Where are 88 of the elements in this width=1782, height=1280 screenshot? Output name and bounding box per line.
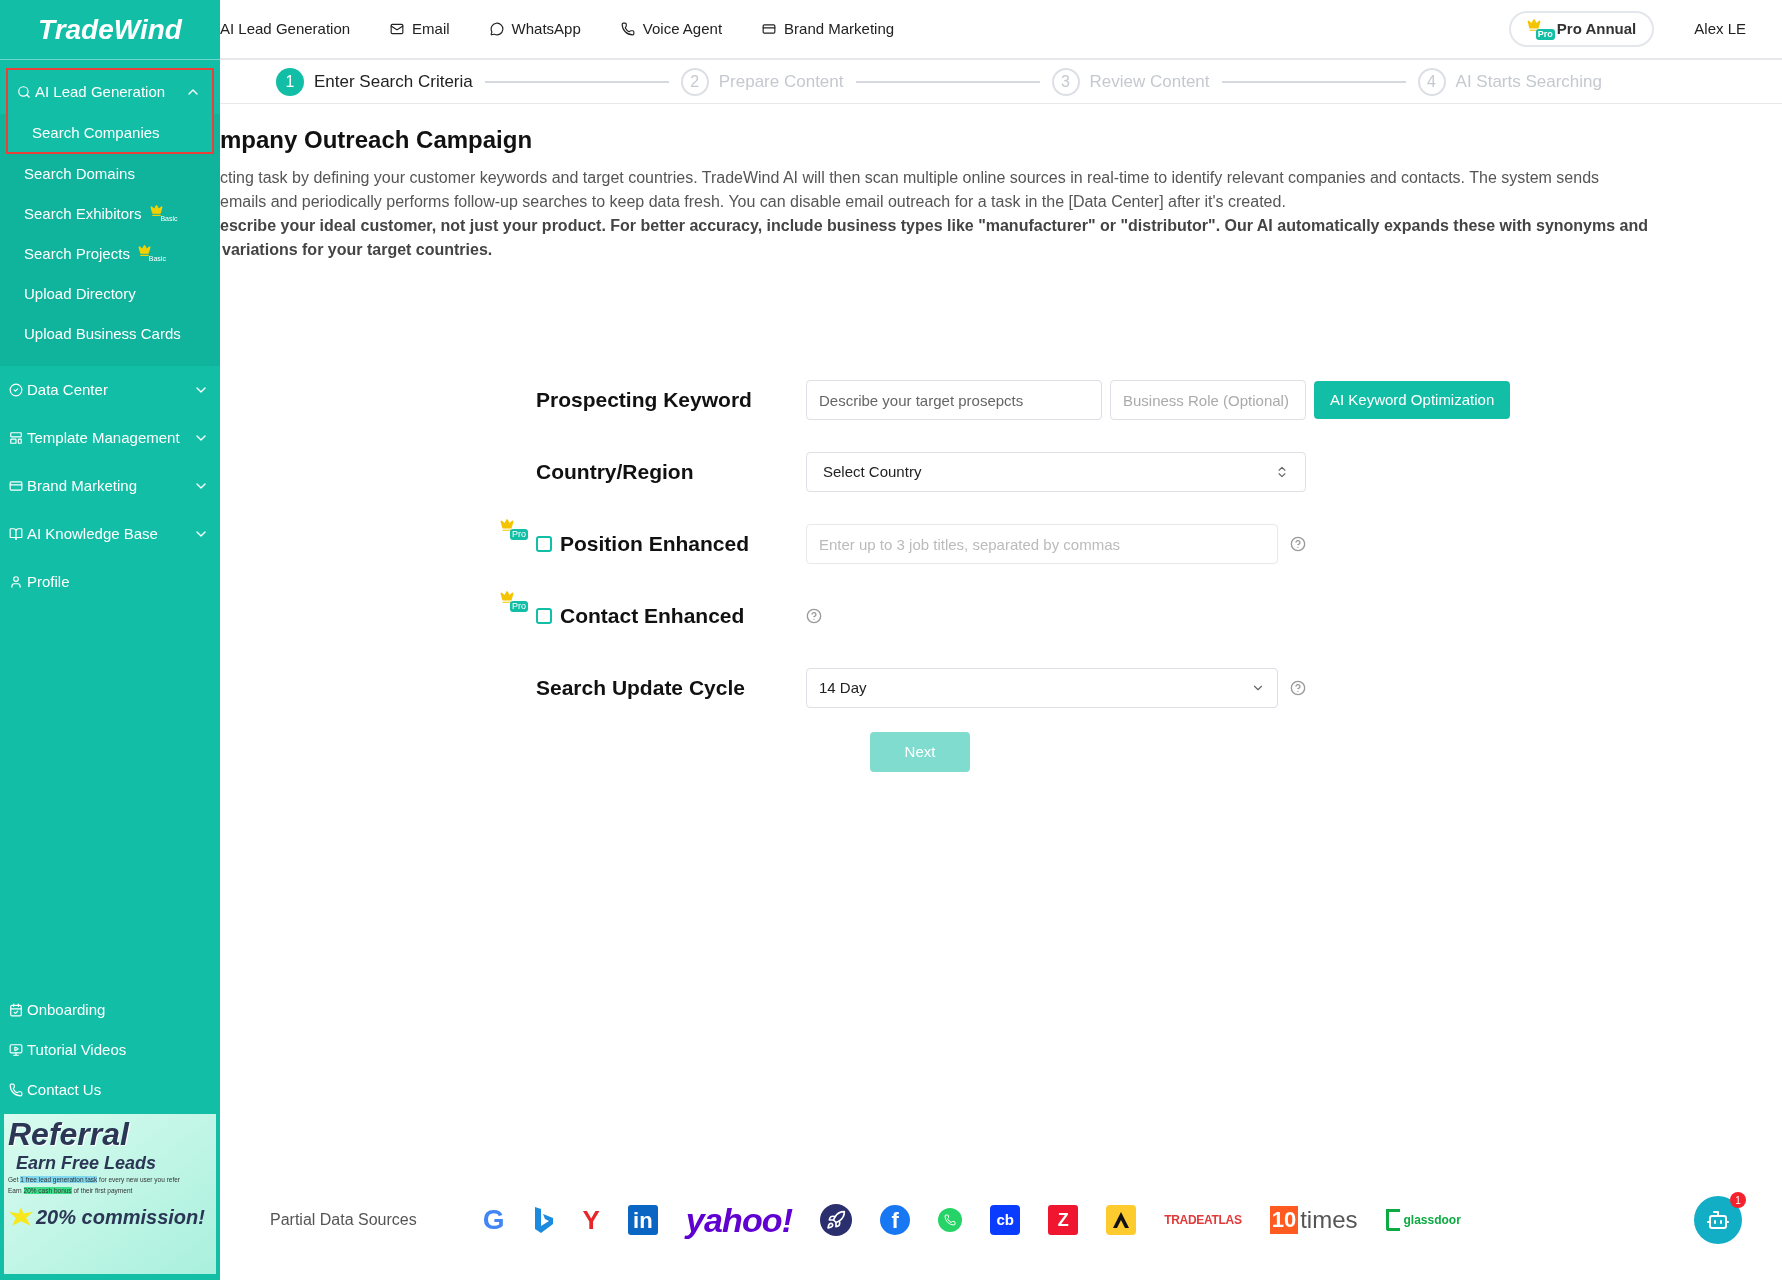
whatsapp-logo [938,1208,963,1232]
step-number: 2 [680,67,709,96]
pro-badge: Pro [1535,29,1555,40]
sidebar-link[interactable]: Tutorial Videos [0,1030,220,1070]
help-icon[interactable] [1290,680,1306,696]
job-titles-input[interactable]: Enter up to 3 job titles, separated by commas [806,524,1278,564]
top-nav-link[interactable]: Brand Marketing [762,17,895,41]
top-nav-link[interactable]: Voice Agent [620,17,723,41]
sidebar-item[interactable]: AI Knowledge Base [0,510,220,558]
field-label: Contact Enhanced [560,603,745,630]
keyword-optimization-button[interactable]: AI Keyword Optimization [1314,381,1511,419]
sidebar-item[interactable]: Data Center [0,366,220,414]
crown-icon [1526,18,1541,32]
sidebar-item[interactable]: Profile [0,558,220,606]
step-number: 4 [1417,67,1446,96]
linkedin-logo: in [627,1205,658,1235]
notification-badge: 1 [1730,1192,1746,1208]
plan-button[interactable]: Pro Pro Annual [1508,11,1655,47]
apollo-logo [1106,1205,1137,1235]
phone-icon [620,22,635,36]
robot-icon [1706,1208,1730,1232]
step-number: 1 [276,67,304,96]
sidebar-item[interactable]: Brand Marketing [0,462,220,510]
sidebar-link[interactable]: Onboarding [0,990,220,1030]
zoominfo-logo: Z [1048,1205,1079,1235]
referral-title: Referral [8,1116,131,1152]
sidebar-item[interactable]: Template Management [0,414,220,462]
submenu-item[interactable]: Upload Directory [0,274,220,314]
top-nav-link[interactable]: Email [390,17,450,41]
data-sources-label: Partial Data Sources [270,1210,417,1230]
commission-text: 20% commission! [36,1205,205,1230]
card-icon [762,22,777,36]
user-icon [9,575,23,589]
cycle-dropdown[interactable]: 14 Day [806,668,1278,708]
user-name[interactable]: Alex LE [1694,17,1746,41]
field-label: Search Update Cycle [536,675,745,702]
referral-subtitle: Earn Free Leads [15,1152,158,1174]
step-label: Prepare Content [718,70,844,93]
help-icon[interactable] [806,608,822,624]
rocket-logo [820,1204,853,1236]
tip-text: escribe your ideal customer, not just your product. For better accuracy, include business types like "manufacturer" or "distributor". Our AI automatically expands these with synonyms and variations for your target countries. [220,216,1650,260]
video-icon [9,1043,23,1057]
mail-icon [390,22,405,36]
crunchbase-logo: cb [990,1205,1021,1235]
field-label: Country/Region [536,459,694,486]
page-title: mpany Outreach Campaign [220,125,534,155]
search-icon [17,85,31,99]
facebook-logo: f [880,1205,911,1235]
description-text: cting task by defining your customer keywords and target countries. TradeWind AI will then scan multiple online sources in real-time to identify relevant companies and contacts. The system sends emails and periodically performs follow-up searches to keep data fresh. You can disable email outreach for a task in the [Data Center] after it's created. [220,168,1601,212]
crown-icon [500,590,514,605]
top-nav-link[interactable]: AI Lead Generation [220,17,351,41]
submenu-item[interactable]: Upload Business Cards [0,314,220,354]
submenu-item[interactable]: Search Domains [0,154,220,194]
help-icon[interactable] [1290,536,1306,552]
bing-logo [532,1206,555,1234]
step-label: Review Content [1089,70,1210,93]
glassdoor-logo: glassdoor [1385,1209,1461,1231]
step-label: AI Starts Searching [1455,70,1602,93]
country-select[interactable]: Select Country [806,452,1306,492]
yahoo-logo: yahoo! [685,1199,793,1241]
yandex-logo: Y [582,1203,600,1237]
tradeatlas-logo: TRADEATLAS [1164,1212,1242,1229]
crown-icon [500,518,514,533]
pro-badge: Pro [510,601,528,613]
business-role-input[interactable]: Business Role (Optional) [1110,380,1306,420]
step-number: 3 [1051,67,1080,96]
google-logo: G [482,1203,505,1237]
submenu-item[interactable]: Search Companies [6,114,214,154]
layout-icon [9,431,23,445]
checkbox[interactable] [536,608,552,624]
step-label: Enter Search Criteria [314,70,473,93]
logo: TradeWind [38,12,182,47]
phone-icon [9,1083,23,1097]
tentimes-logo: 10 times [1269,1205,1358,1236]
book-icon [9,527,23,541]
crown-icon [137,244,151,257]
chat-icon [489,22,504,36]
card-icon [9,479,23,493]
top-nav-link[interactable]: WhatsApp [489,17,581,41]
calendar-icon [9,1003,23,1017]
check-circle-icon [9,383,23,397]
field-label: Position Enhanced [560,531,750,558]
sidebar-link[interactable]: Contact Us [0,1070,220,1110]
pro-badge: Pro [510,529,528,541]
field-label: Prospecting Keyword [536,387,752,414]
checkbox[interactable] [536,536,552,552]
keyword-input[interactable]: Describe your target prosepcts [806,380,1102,420]
crown-icon [149,204,163,217]
